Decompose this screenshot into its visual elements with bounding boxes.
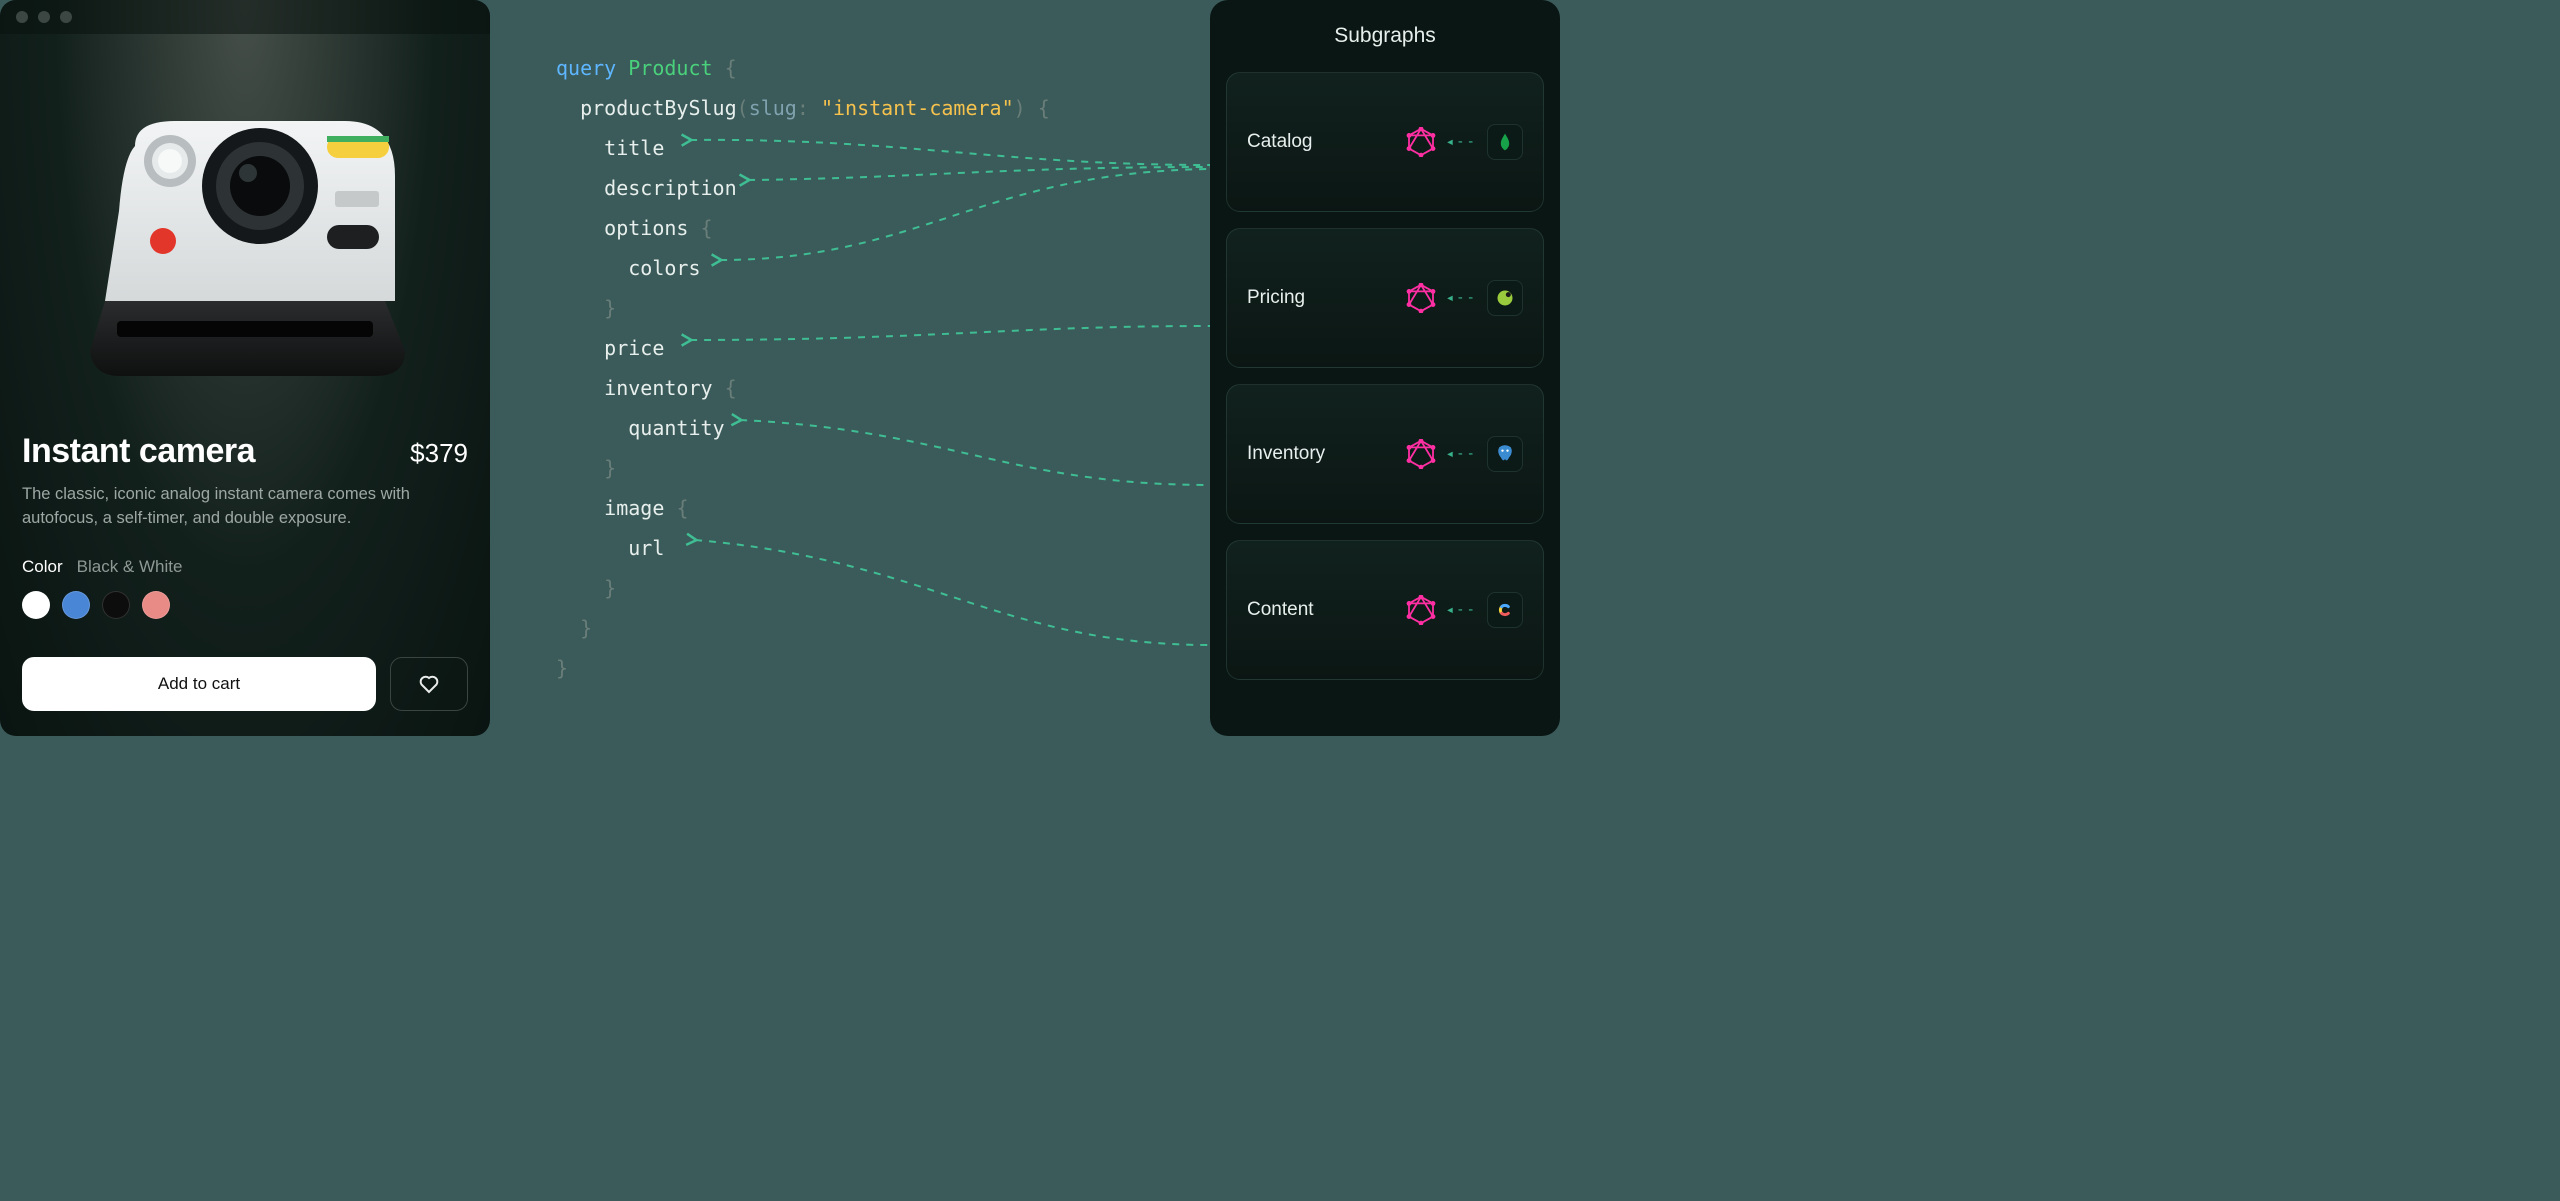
product-window: Instant camera $379 The classic, iconic …: [0, 0, 490, 736]
arrow-left-icon: ◂--: [1446, 446, 1477, 462]
code-arg-name: slug: [749, 96, 797, 120]
code-field-url: url: [628, 536, 664, 560]
graphql-icon: [1406, 283, 1436, 313]
graphql-icon: [1406, 127, 1436, 157]
subgraphs-panel: Subgraphs Catalog ◂-- Pricing ◂-- Invent…: [1210, 0, 1560, 736]
traffic-light-red-icon: [16, 11, 28, 23]
code-field-colors: colors: [628, 256, 700, 280]
code-field-quantity: quantity: [628, 416, 724, 440]
code-field-options: options: [604, 216, 688, 240]
swatch-coral[interactable]: [142, 591, 170, 619]
traffic-light-yellow-icon: [38, 11, 50, 23]
datasource-mongodb-icon: [1487, 124, 1523, 160]
arrow-left-icon: ◂--: [1446, 134, 1477, 150]
code-field-image: image: [604, 496, 664, 520]
graphql-icon: [1406, 439, 1436, 469]
color-swatches: [22, 591, 468, 619]
traffic-light-green-icon: [60, 11, 72, 23]
code-arg-value: "instant-camera": [821, 96, 1014, 120]
code-keyword: query: [556, 56, 616, 80]
window-titlebar: [0, 0, 490, 34]
subgraphs-title: Subgraphs: [1226, 24, 1544, 48]
product-description: The classic, iconic analog instant camer…: [22, 483, 452, 531]
graphql-icon: [1406, 595, 1436, 625]
swatch-black[interactable]: [102, 591, 130, 619]
datasource-pricing-icon: [1487, 280, 1523, 316]
code-field-price: price: [604, 336, 664, 360]
code-field-title: title: [604, 136, 664, 160]
favorite-button[interactable]: [390, 657, 468, 711]
subgraph-name: Content: [1247, 599, 1314, 621]
code-field-description: description: [604, 176, 736, 200]
subgraph-name: Pricing: [1247, 287, 1305, 309]
datasource-postgres-icon: [1487, 436, 1523, 472]
code-field-inventory: inventory: [604, 376, 712, 400]
subgraph-card-content[interactable]: Content ◂--: [1226, 540, 1544, 680]
color-label: Color: [22, 557, 63, 577]
product-title: Instant camera: [22, 432, 255, 471]
add-to-cart-button[interactable]: Add to cart: [22, 657, 376, 711]
subgraph-name: Catalog: [1247, 131, 1313, 153]
subgraph-card-inventory[interactable]: Inventory ◂--: [1226, 384, 1544, 524]
camera-icon: [65, 91, 425, 391]
arrow-left-icon: ◂--: [1446, 602, 1477, 618]
subgraph-card-catalog[interactable]: Catalog ◂--: [1226, 72, 1544, 212]
product-price: $379: [410, 438, 468, 469]
swatch-white[interactable]: [22, 591, 50, 619]
arrow-left-icon: ◂--: [1446, 290, 1477, 306]
swatch-blue[interactable]: [62, 591, 90, 619]
heart-icon: [417, 672, 441, 696]
datasource-contentful-icon: [1487, 592, 1523, 628]
code-operation-name: Product: [628, 56, 712, 80]
subgraph-card-pricing[interactable]: Pricing ◂--: [1226, 228, 1544, 368]
product-image: [22, 56, 468, 426]
subgraph-name: Inventory: [1247, 443, 1325, 465]
color-value: Black & White: [77, 557, 183, 577]
graphql-query: query Product { productBySlug(slug: "ins…: [556, 48, 1050, 688]
code-resolver: productBySlug: [580, 96, 737, 120]
